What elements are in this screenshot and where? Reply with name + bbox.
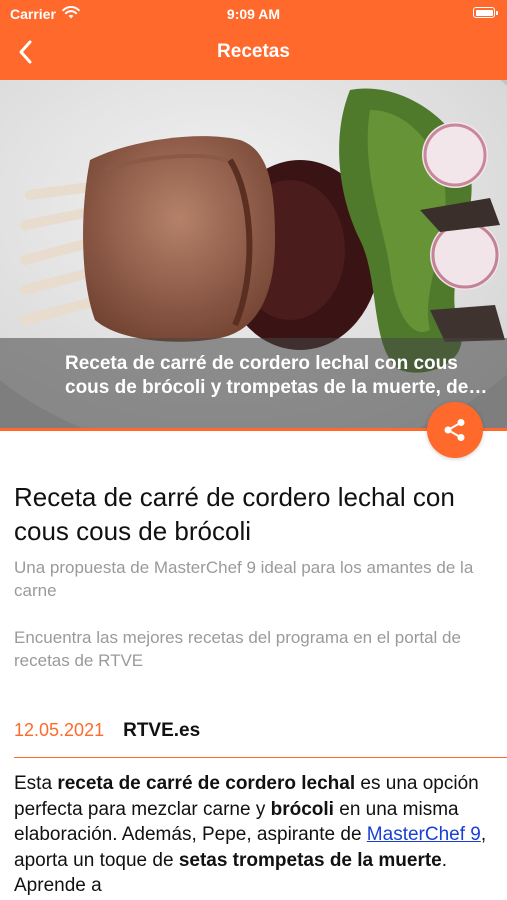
article-meta: 12.05.2021 RTVE.es [14, 720, 200, 744]
hero-image: Receta de carré de cordero lechal con co… [0, 80, 507, 428]
hero-caption: Receta de carré de cordero lechal con co… [65, 353, 469, 398]
app-header: Carrier 9:09 AM Recetas [0, 0, 507, 80]
body-text-1: Esta [14, 773, 58, 794]
meta-divider [14, 757, 507, 758]
article-source: RTVE.es [123, 720, 201, 741]
body-bold-2: brócoli [270, 798, 334, 820]
article-promo: Encuentra las mejores recetas del progra… [14, 628, 461, 670]
nav-bar: Recetas [0, 28, 507, 78]
body-bold-3: setas trompetas de la muerte [178, 849, 442, 871]
battery-icon [473, 7, 498, 18]
article-subtitle: Una propuesta de MasterChef 9 ideal para… [14, 558, 474, 600]
article-date: 12.05.2021 [14, 720, 105, 740]
page-title: Recetas [217, 41, 290, 62]
clock: 9:09 AM [226, 6, 281, 22]
body-bold-1: receta de carré de cordero lechal [57, 773, 356, 794]
share-icon [444, 419, 465, 441]
share-button[interactable] [427, 402, 483, 458]
masterchef-link[interactable]: MasterChef 9 [367, 824, 481, 845]
article-body: Esta receta de carré de cordero lechal e… [14, 771, 494, 899]
status-bar: Carrier 9:09 AM [0, 0, 507, 28]
article-title: Receta de carré de cordero lechal con co… [14, 482, 455, 546]
